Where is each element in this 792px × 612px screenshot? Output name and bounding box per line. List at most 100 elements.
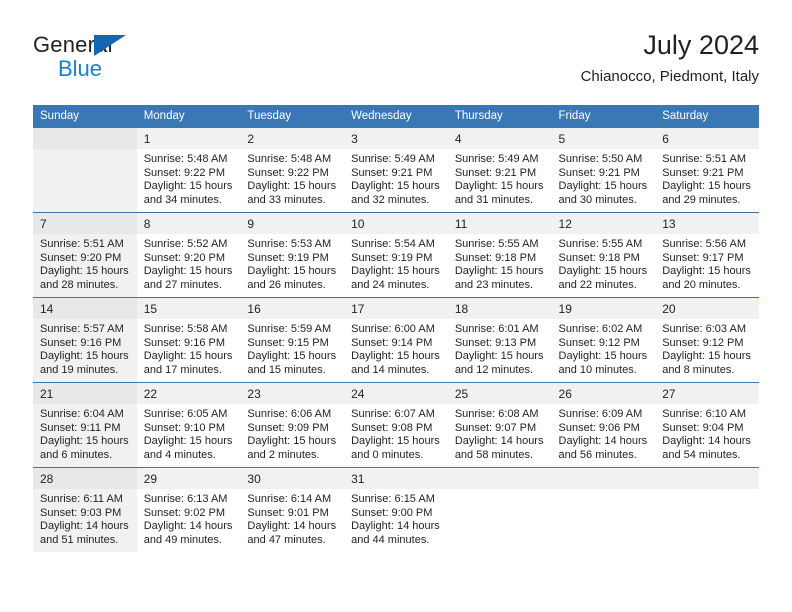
day-number: 28 [33,468,137,489]
day-number: 14 [33,298,137,319]
page-title: July 2024 [643,30,759,60]
day-cell[interactable]: 1 Sunrise: 5:48 AM Sunset: 9:22 PM Dayli… [136,127,241,213]
day-cell[interactable]: 23 Sunrise: 6:06 AM Sunset: 9:09 PM Dayl… [240,382,345,468]
day-cell[interactable]: 17 Sunrise: 6:00 AM Sunset: 9:14 PM Dayl… [344,297,448,383]
day-cell[interactable]: 31 Sunrise: 6:15 AM Sunset: 9:00 PM Dayl… [344,467,448,552]
day-cell[interactable]: 14 Sunrise: 5:57 AM Sunset: 9:16 PM Dayl… [33,297,137,383]
day-number: 3 [344,128,448,149]
sunrise-text: Sunrise: 5:50 AM [558,153,643,165]
brand-logo[interactable]: General Blue [33,32,163,88]
sunrise-text: Sunrise: 5:54 AM [351,238,435,250]
day-details: Sunrise: 5:59 AM Sunset: 9:15 PM Dayligh… [240,319,344,377]
day-details: Sunrise: 5:57 AM Sunset: 9:16 PM Dayligh… [33,319,137,377]
daylight-text-line2: and 4 minutes. [143,448,216,461]
day-cell[interactable]: 9 Sunrise: 5:53 AM Sunset: 9:19 PM Dayli… [240,212,345,298]
day-cell[interactable]: 29 Sunrise: 6:13 AM Sunset: 9:02 PM Dayl… [136,467,241,552]
daylight-text-line2: and 23 minutes. [454,278,534,291]
sunset-text: Sunset: 9:16 PM [143,336,226,349]
day-cell[interactable]: 3 Sunrise: 5:49 AM Sunset: 9:21 PM Dayli… [344,127,448,213]
daylight-text-line1: Daylight: 15 hours [143,180,233,193]
sunrise-text: Sunrise: 6:02 AM [558,323,643,335]
day-details: Sunrise: 6:01 AM Sunset: 9:13 PM Dayligh… [448,319,552,377]
day-cell[interactable]: 16 Sunrise: 5:59 AM Sunset: 9:15 PM Dayl… [240,297,345,383]
sunset-text: Sunset: 9:21 PM [662,166,744,179]
sunset-text: Sunset: 9:21 PM [454,166,537,179]
day-number [33,128,137,149]
daylight-text-line2: and 54 minutes. [662,448,741,461]
day-cell[interactable]: 27 Sunrise: 6:10 AM Sunset: 9:04 PM Dayl… [655,382,759,468]
day-number: 17 [344,298,448,319]
week-row: 1 Sunrise: 5:48 AM Sunset: 9:22 PM Dayli… [33,127,759,213]
day-cell[interactable]: 2 Sunrise: 5:48 AM Sunset: 9:22 PM Dayli… [240,127,345,213]
daylight-text-line1: Daylight: 15 hours [247,435,337,448]
day-number: 24 [344,383,448,404]
day-cell[interactable]: 26 Sunrise: 6:09 AM Sunset: 9:06 PM Dayl… [551,382,656,468]
day-cell[interactable]: 13 Sunrise: 5:56 AM Sunset: 9:17 PM Dayl… [655,212,759,298]
daylight-text-line1: Daylight: 15 hours [143,350,233,363]
day-cell[interactable]: 4 Sunrise: 5:49 AM Sunset: 9:21 PM Dayli… [447,127,552,213]
sunset-text: Sunset: 9:08 PM [351,421,433,434]
daylight-text-line1: Daylight: 15 hours [40,350,129,363]
day-cell[interactable]: 19 Sunrise: 6:02 AM Sunset: 9:12 PM Dayl… [551,297,656,383]
day-details: Sunrise: 6:06 AM Sunset: 9:09 PM Dayligh… [240,404,344,462]
day-number: 2 [240,128,345,149]
day-cell[interactable]: 7 Sunrise: 5:51 AM Sunset: 9:20 PM Dayli… [33,212,137,298]
day-details: Sunrise: 5:55 AM Sunset: 9:18 PM Dayligh… [448,234,552,292]
day-number: 29 [136,468,241,489]
daylight-text-line1: Daylight: 15 hours [351,180,440,193]
daylight-text-line1: Daylight: 15 hours [454,180,544,193]
day-cell[interactable]: 10 Sunrise: 5:54 AM Sunset: 9:19 PM Dayl… [344,212,448,298]
day-number: 27 [655,383,759,404]
sunset-text: Sunset: 9:07 PM [454,421,537,434]
day-cell[interactable]: 24 Sunrise: 6:07 AM Sunset: 9:08 PM Dayl… [344,382,448,468]
day-details: Sunrise: 5:54 AM Sunset: 9:19 PM Dayligh… [344,234,448,292]
day-cell[interactable] [33,127,137,213]
daylight-text-line2: and 44 minutes. [351,533,430,546]
day-details: Sunrise: 6:00 AM Sunset: 9:14 PM Dayligh… [344,319,448,377]
daylight-text-line1: Daylight: 15 hours [247,350,337,363]
daylight-text-line2: and 0 minutes. [351,448,424,461]
sunset-text: Sunset: 9:22 PM [247,166,329,179]
daylight-text-line2: and 28 minutes. [40,278,119,291]
sunrise-text: Sunrise: 5:58 AM [143,323,228,335]
day-cell[interactable]: 6 Sunrise: 5:51 AM Sunset: 9:21 PM Dayli… [655,127,759,213]
day-cell[interactable]: 5 Sunrise: 5:50 AM Sunset: 9:21 PM Dayli… [551,127,656,213]
day-details: Sunrise: 5:51 AM Sunset: 9:21 PM Dayligh… [655,149,759,207]
sunset-text: Sunset: 9:20 PM [40,251,122,264]
day-cell[interactable]: 8 Sunrise: 5:52 AM Sunset: 9:20 PM Dayli… [136,212,241,298]
daylight-text-line1: Daylight: 14 hours [40,520,129,533]
daylight-text-line1: Daylight: 15 hours [247,180,337,193]
day-number: 20 [655,298,759,319]
day-number: 5 [551,128,656,149]
weekday-header-friday: Friday [551,105,656,128]
day-cell[interactable]: 20 Sunrise: 6:03 AM Sunset: 9:12 PM Dayl… [655,297,759,383]
week-row: 7 Sunrise: 5:51 AM Sunset: 9:20 PM Dayli… [33,212,759,298]
sunrise-text: Sunrise: 6:11 AM [40,493,123,505]
day-details [33,149,137,153]
daylight-text-line2: and 17 minutes. [143,363,222,376]
sunrise-text: Sunrise: 6:14 AM [247,493,332,505]
day-cell[interactable]: 30 Sunrise: 6:14 AM Sunset: 9:01 PM Dayl… [240,467,345,552]
sunrise-text: Sunrise: 6:13 AM [143,493,228,505]
daylight-text-line2: and 51 minutes. [40,533,119,546]
day-number: 22 [136,383,241,404]
day-cell[interactable]: 25 Sunrise: 6:08 AM Sunset: 9:07 PM Dayl… [447,382,552,468]
day-cell[interactable]: 28 Sunrise: 6:11 AM Sunset: 9:03 PM Dayl… [33,467,137,552]
day-cell[interactable]: 11 Sunrise: 5:55 AM Sunset: 9:18 PM Dayl… [447,212,552,298]
sunrise-text: Sunrise: 5:52 AM [143,238,228,250]
day-cell[interactable]: 18 Sunrise: 6:01 AM Sunset: 9:13 PM Dayl… [447,297,552,383]
day-cell[interactable]: 21 Sunrise: 6:04 AM Sunset: 9:11 PM Dayl… [33,382,137,468]
day-details: Sunrise: 5:58 AM Sunset: 9:16 PM Dayligh… [137,319,241,377]
day-cell[interactable]: 15 Sunrise: 5:58 AM Sunset: 9:16 PM Dayl… [136,297,241,383]
day-number: 25 [447,383,552,404]
calendar-grid: Sunday Monday Tuesday Wednesday Thursday… [33,105,759,552]
day-cell[interactable]: 12 Sunrise: 5:55 AM Sunset: 9:18 PM Dayl… [551,212,656,298]
sunrise-text: Sunrise: 6:15 AM [351,493,435,505]
daylight-text-line2: and 58 minutes. [454,448,534,461]
daylight-text-line1: Daylight: 14 hours [558,435,648,448]
page-subtitle: Chianocco, Piedmont, Italy [580,68,759,85]
daylight-text-line2: and 20 minutes. [662,278,741,291]
daylight-text-line1: Daylight: 14 hours [662,435,751,448]
day-cell[interactable]: 22 Sunrise: 6:05 AM Sunset: 9:10 PM Dayl… [136,382,241,468]
daylight-text-line1: Daylight: 14 hours [143,520,233,533]
